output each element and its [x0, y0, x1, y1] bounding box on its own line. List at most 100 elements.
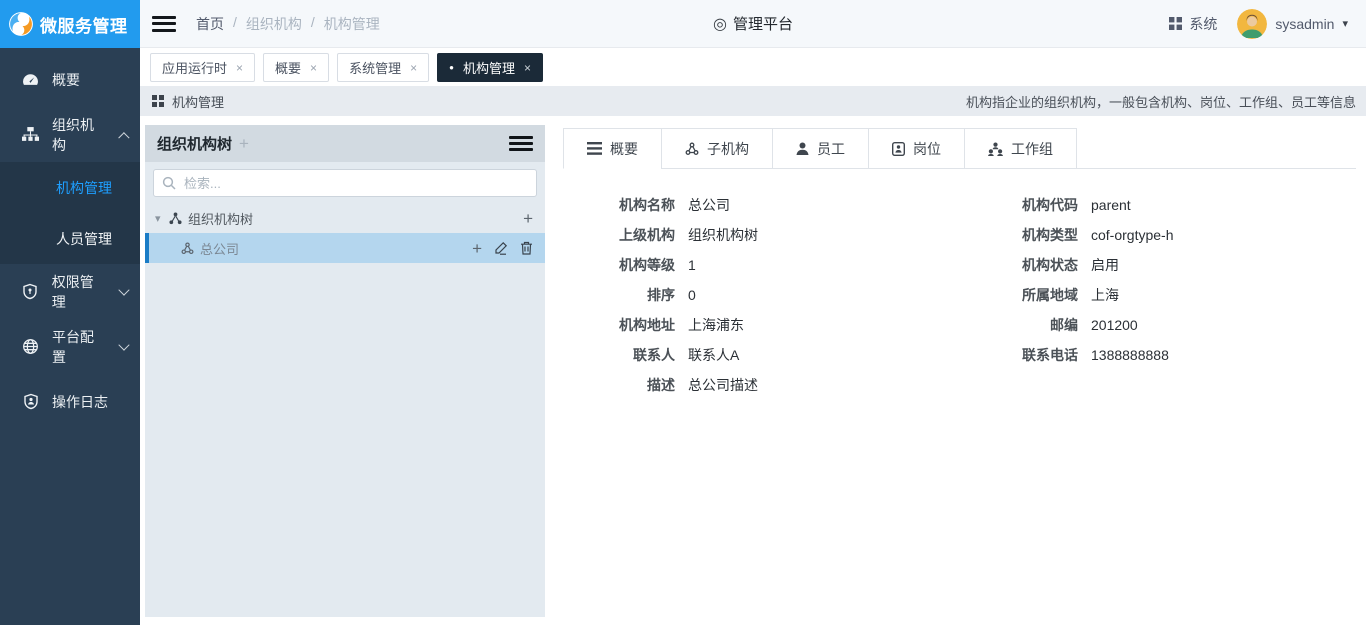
tree-root-row[interactable]: ▾ 组织机构树 +: [145, 203, 545, 233]
system-label: 系统: [1189, 14, 1217, 34]
close-icon[interactable]: ×: [310, 61, 317, 75]
detail-tab-workgroups[interactable]: 工作组: [964, 128, 1077, 169]
detail-tab-employees[interactable]: 员工: [772, 128, 869, 169]
page-tabbar: 应用运行时 × 概要 × 系统管理 × ● 机构管理 ×: [140, 48, 1366, 86]
section-hint: 机构指企业的组织机构，一般包含机构、岗位、工作组、员工等信息: [966, 92, 1356, 111]
add-node-button[interactable]: +: [523, 210, 533, 227]
log-badge-icon: [22, 393, 39, 410]
add-root-button[interactable]: +: [239, 134, 249, 154]
detail-panel: 概要 子机构 员工 岗: [550, 125, 1366, 617]
org-node-icon: [181, 242, 194, 255]
chevron-down-icon: [118, 339, 129, 350]
page-tab-system-management[interactable]: 系统管理 ×: [337, 53, 429, 82]
sidebar-item-label: 操作日志: [52, 392, 108, 412]
field-row: 机构地址 上海浦东: [563, 310, 958, 340]
field-value: 1388888888: [1091, 347, 1169, 363]
org-tree-header: 组织机构树 +: [145, 125, 545, 162]
org-tree-title: 组织机构树: [157, 133, 232, 154]
tree-expand-caret-icon[interactable]: ▾: [155, 212, 169, 225]
search-icon: [162, 176, 176, 190]
page-tab-label: 应用运行时: [162, 58, 227, 77]
tree-node-row-selected[interactable]: 总公司 +: [145, 233, 545, 263]
org-tree-panel: 组织机构树 + ▾ 组织机构树 +: [145, 125, 545, 617]
field-label: 机构等级: [563, 255, 675, 275]
field-label: 机构代码: [958, 195, 1078, 215]
sidebar-item-organization[interactable]: 组织机构: [0, 107, 140, 162]
eye-icon: ◎: [713, 14, 727, 34]
top-navbar: 首页 / 组织机构 / 机构管理 ◎ 管理平台 系统: [140, 0, 1366, 48]
detail-tab-overview[interactable]: 概要: [563, 128, 662, 169]
sidebar-nav: 概要 组织机构 机构管理 人员管理 权限管理: [0, 48, 140, 429]
chevron-up-icon: [118, 132, 129, 143]
platform-title-label: 管理平台: [733, 13, 793, 34]
user-menu-button[interactable]: sysadmin ▾: [1237, 9, 1348, 39]
field-label: 排序: [563, 285, 675, 305]
logo-text: 微服务管理: [40, 12, 128, 37]
gauge-icon: [22, 71, 39, 88]
tree-menu-icon[interactable]: [509, 136, 533, 151]
breadcrumb: 首页 / 组织机构 / 机构管理: [196, 14, 380, 34]
breadcrumb-organization[interactable]: 组织机构: [246, 14, 302, 34]
field-value: 0: [688, 287, 696, 303]
tree-node-actions: +: [472, 240, 533, 257]
search-input[interactable]: [153, 169, 537, 197]
globe-gear-icon: [22, 338, 39, 355]
close-icon[interactable]: ×: [524, 61, 531, 75]
sidebar-item-label: 概要: [52, 70, 80, 90]
field-value: 1: [688, 257, 696, 273]
field-value: 组织机构树: [688, 225, 758, 245]
navbar-right: 系统 sysadmin ▾: [1169, 9, 1348, 39]
sidebar-submenu-organization: 机构管理 人员管理: [0, 162, 140, 264]
logo-swirl-icon: [8, 11, 34, 37]
delete-trash-icon[interactable]: [520, 241, 533, 255]
sidebar-item-platform-config[interactable]: 平台配置: [0, 319, 140, 374]
edit-pencil-icon[interactable]: [494, 241, 508, 255]
chevron-down-icon: [118, 284, 129, 295]
close-icon[interactable]: ×: [410, 61, 417, 75]
add-child-button[interactable]: +: [472, 240, 482, 257]
field-label: 联系人: [563, 345, 675, 365]
sidebar-item-overview[interactable]: 概要: [0, 52, 140, 107]
detail-tab-label: 子机构: [707, 139, 749, 159]
detail-tab-label: 概要: [610, 139, 638, 159]
field-row: 机构等级 1: [563, 250, 958, 280]
sidebar-item-org-management[interactable]: 机构管理: [0, 162, 140, 213]
detail-tab-sub-orgs[interactable]: 子机构: [661, 128, 773, 169]
field-row: 邮编 201200: [958, 310, 1356, 340]
detail-tab-positions[interactable]: 岗位: [868, 128, 965, 169]
page-tab-org-management[interactable]: ● 机构管理 ×: [437, 53, 543, 82]
sidebar-item-operation-log[interactable]: 操作日志: [0, 374, 140, 429]
tree-root-actions: +: [523, 210, 533, 227]
field-value: 启用: [1091, 255, 1119, 275]
field-value: parent: [1091, 197, 1131, 213]
detail-tab-label: 工作组: [1011, 139, 1053, 159]
field-value: 上海: [1091, 285, 1119, 305]
field-value: 201200: [1091, 317, 1138, 333]
breadcrumb-home[interactable]: 首页: [196, 14, 224, 34]
detail-tab-label: 岗位: [913, 139, 941, 159]
field-label: 机构名称: [563, 195, 675, 215]
id-badge-icon: [892, 142, 905, 156]
sidebar-item-permissions[interactable]: 权限管理: [0, 264, 140, 319]
breadcrumb-separator: /: [233, 14, 237, 34]
close-icon[interactable]: ×: [236, 61, 243, 75]
avatar: [1237, 9, 1267, 39]
breadcrumb-org-management[interactable]: 机构管理: [324, 14, 380, 34]
sidebar-item-personnel-management[interactable]: 人员管理: [0, 213, 140, 264]
detail-fields: 机构名称 总公司 上级机构 组织机构树 机构等级 1 排序 0: [563, 169, 1356, 400]
page-tab-overview[interactable]: 概要 ×: [263, 53, 329, 82]
hamburger-menu-icon[interactable]: [152, 16, 176, 32]
app-logo[interactable]: 微服务管理: [0, 0, 140, 48]
field-row: 机构名称 总公司: [563, 190, 958, 220]
field-value: 总公司: [688, 195, 730, 215]
system-menu-button[interactable]: 系统: [1169, 14, 1217, 34]
fields-left-column: 机构名称 总公司 上级机构 组织机构树 机构等级 1 排序 0: [563, 190, 958, 400]
field-row: 机构状态 启用: [958, 250, 1356, 280]
page-tab-app-runtime[interactable]: 应用运行时 ×: [150, 53, 255, 82]
field-value: 联系人A: [688, 345, 739, 365]
field-row: 所属地域 上海: [958, 280, 1356, 310]
field-label: 上级机构: [563, 225, 675, 245]
field-row: 上级机构 组织机构树: [563, 220, 958, 250]
sidebar-item-label: 权限管理: [52, 272, 107, 312]
field-row: 联系人 联系人A: [563, 340, 958, 370]
